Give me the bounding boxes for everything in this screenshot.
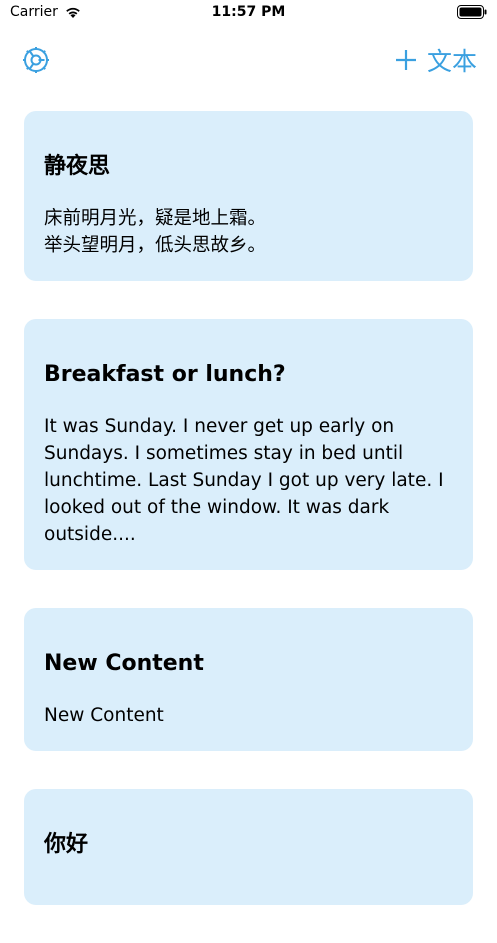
- card-body: New Content: [44, 705, 164, 726]
- add-text-label: 文本: [426, 47, 477, 76]
- content-card[interactable]: 静夜思 床前明月光，疑是地上霜。 举头望明月，低头思故乡。: [24, 111, 473, 281]
- card-title: New Content: [44, 651, 204, 676]
- content-card[interactable]: 你好: [24, 789, 473, 905]
- add-text-button[interactable]: 文本: [395, 44, 477, 76]
- content-list: 静夜思 床前明月光，疑是地上霜。 举头望明月，低头思故乡。 Breakfast …: [24, 111, 473, 943]
- card-body: It was Sunday. I never get up early on S…: [44, 416, 444, 545]
- settings-button[interactable]: [20, 44, 52, 76]
- battery-icon: [457, 5, 487, 19]
- card-body: 床前明月光，疑是地上霜。 举头望明月，低头思故乡。: [44, 208, 267, 256]
- nav-bar: 文本: [0, 36, 497, 86]
- card-title: Breakfast or lunch?: [44, 362, 286, 387]
- content-card[interactable]: Breakfast or lunch? It was Sunday. I nev…: [24, 319, 473, 570]
- plus-icon: [395, 50, 416, 70]
- card-title: 静夜思: [44, 154, 111, 179]
- content-card[interactable]: New Content New Content: [24, 608, 473, 751]
- card-title: 你好: [44, 832, 89, 857]
- gear-icon: [23, 47, 49, 73]
- status-bar: Carrier 11:57 PM: [0, 0, 497, 26]
- status-time: 11:57 PM: [211, 4, 286, 20]
